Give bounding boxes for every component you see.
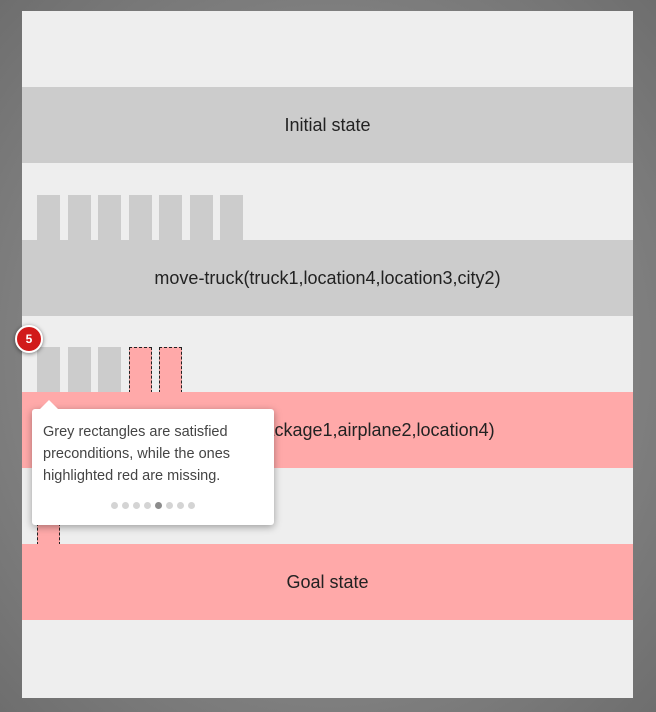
tour-dot[interactable] — [133, 502, 140, 509]
tour-dot[interactable] — [188, 502, 195, 509]
goal-state-row: Goal state — [22, 544, 633, 620]
goal-state-label: Goal state — [286, 571, 369, 592]
tour-dot[interactable] — [122, 502, 129, 509]
plan-visualization-panel: Initial state move-truck(truck1,location… — [22, 11, 633, 698]
satisfied-precondition[interactable] — [220, 195, 243, 241]
satisfied-precondition[interactable] — [189, 195, 213, 241]
tour-dot[interactable] — [166, 502, 173, 509]
action-label: move-truck(truck1,location4,location3,ci… — [154, 267, 501, 288]
step-number: 5 — [25, 332, 33, 346]
satisfied-precondition[interactable] — [128, 195, 152, 241]
action-row-move-truck[interactable]: move-truck(truck1,location4,location3,ci… — [22, 240, 633, 316]
tour-dot[interactable] — [177, 502, 184, 509]
tour-dot[interactable] — [111, 502, 118, 509]
tour-progress-dots — [32, 502, 274, 509]
satisfied-precondition[interactable] — [98, 195, 121, 241]
satisfied-precondition[interactable] — [98, 347, 121, 393]
tooltip-arrow — [40, 400, 58, 409]
missing-precondition[interactable] — [159, 347, 182, 393]
satisfied-precondition[interactable] — [159, 195, 182, 241]
missing-precondition[interactable] — [128, 347, 152, 393]
initial-state-label: Initial state — [284, 114, 371, 135]
satisfied-precondition[interactable] — [67, 195, 91, 241]
satisfied-precondition[interactable] — [37, 347, 60, 393]
initial-state-row: Initial state — [22, 87, 633, 163]
tour-tooltip: Grey rectangles are satisfied preconditi… — [32, 400, 274, 525]
tour-dot[interactable] — [155, 502, 162, 509]
tooltip-text: Grey rectangles are satisfied preconditi… — [43, 424, 231, 484]
tour-step-badge: 5 — [15, 325, 43, 353]
satisfied-precondition[interactable] — [67, 347, 91, 393]
tour-dot[interactable] — [144, 502, 151, 509]
satisfied-precondition[interactable] — [37, 195, 60, 241]
